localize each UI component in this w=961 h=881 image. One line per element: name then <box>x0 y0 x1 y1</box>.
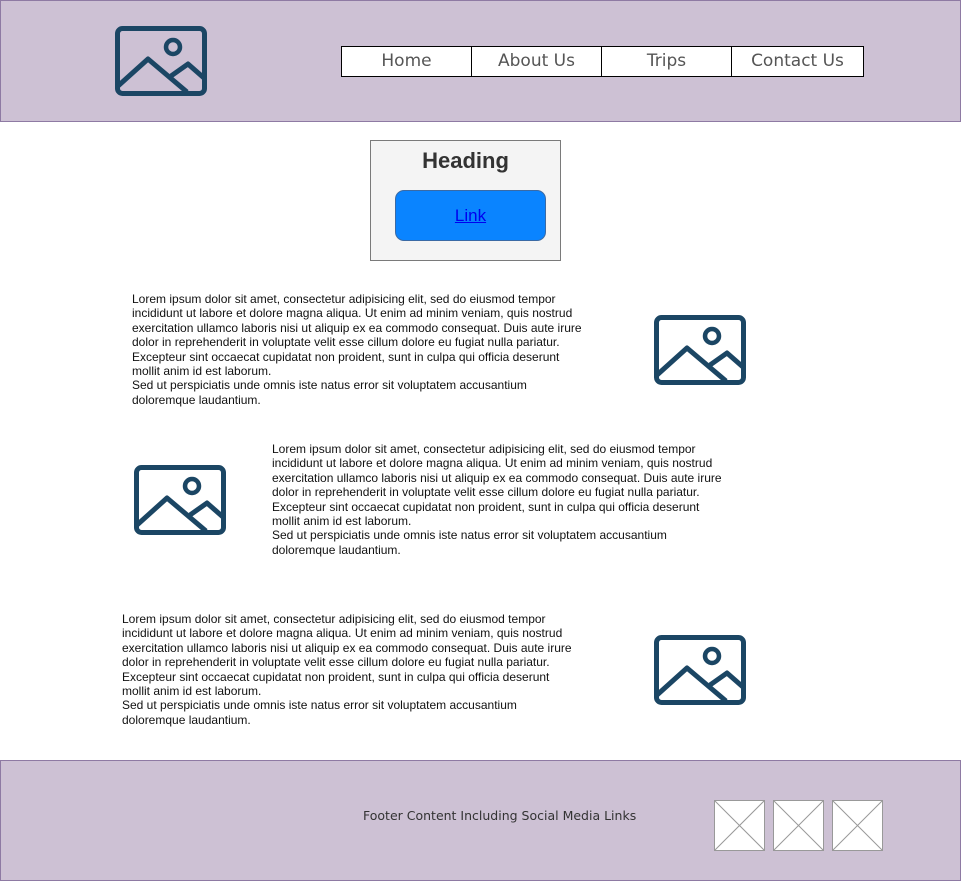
section-2-paragraph-2: Sed ut perspiciatis unde omnis iste natu… <box>272 528 667 557</box>
hero-box: Heading Link <box>370 140 561 261</box>
social-link-2-icon[interactable] <box>773 800 824 851</box>
nav-about-us[interactable]: About Us <box>472 47 602 76</box>
social-link-3-icon[interactable] <box>832 800 883 851</box>
footer-text: Footer Content Including Social Media Li… <box>363 808 637 823</box>
site-footer: Footer Content Including Social Media Li… <box>0 760 961 881</box>
logo-image-icon[interactable] <box>115 26 207 96</box>
section-1-paragraph: Lorem ipsum dolor sit amet, consectetur … <box>132 292 582 379</box>
nav-contact-us[interactable]: Contact Us <box>732 47 863 76</box>
section-3-text: Lorem ipsum dolor sit amet, consectetur … <box>122 612 572 727</box>
section-2-text: Lorem ipsum dolor sit amet, consectetur … <box>272 442 722 557</box>
social-link-1-icon[interactable] <box>714 800 765 851</box>
section-3-paragraph-2: Sed ut perspiciatis unde omnis iste natu… <box>122 698 517 727</box>
section-3-paragraph: Lorem ipsum dolor sit amet, consectetur … <box>122 612 572 699</box>
main-nav: Home About Us Trips Contact Us <box>341 46 864 77</box>
section-1-paragraph-2: Sed ut perspiciatis unde omnis iste natu… <box>132 378 527 407</box>
section-3-image-icon <box>654 635 746 705</box>
hero-heading: Heading <box>422 148 509 173</box>
site-header: Home About Us Trips Contact Us <box>0 0 961 122</box>
section-1-image-icon <box>654 315 746 385</box>
section-1-text: Lorem ipsum dolor sit amet, consectetur … <box>132 292 582 407</box>
nav-home[interactable]: Home <box>342 47 472 76</box>
hero-link-button[interactable]: Link <box>395 190 546 241</box>
nav-trips[interactable]: Trips <box>602 47 732 76</box>
section-2-paragraph: Lorem ipsum dolor sit amet, consectetur … <box>272 442 722 529</box>
section-2-image-icon <box>134 465 226 535</box>
